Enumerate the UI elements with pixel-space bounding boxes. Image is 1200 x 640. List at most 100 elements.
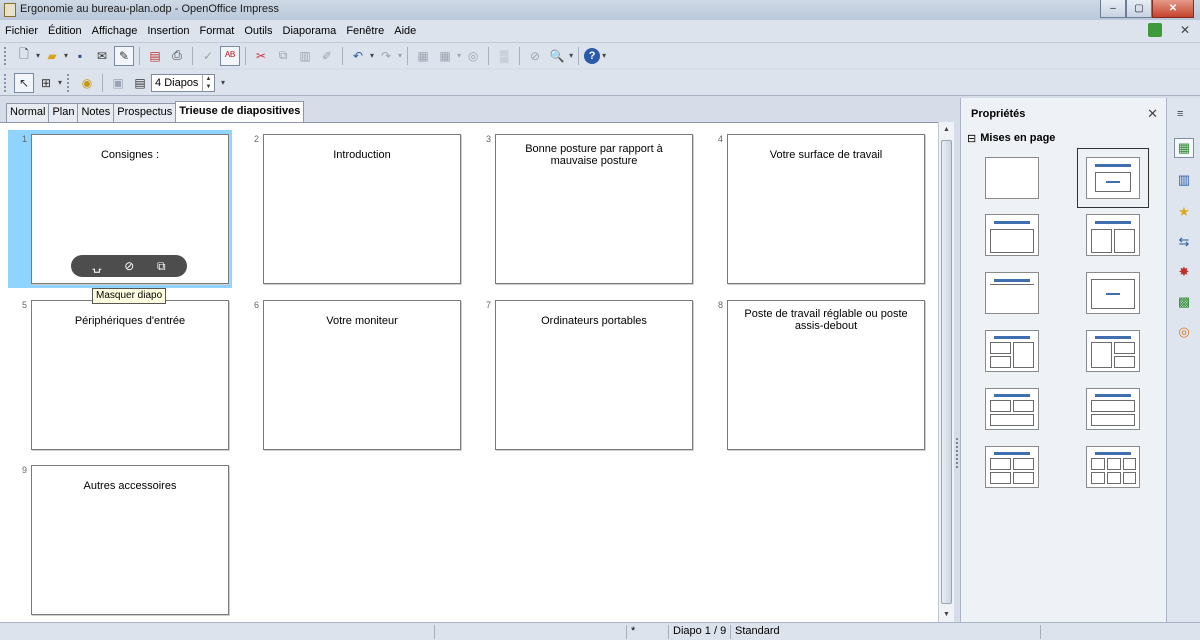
scroll-up-icon[interactable]: ▲ [943,126,950,133]
maximize-button[interactable]: ▢ [1126,0,1152,18]
update-icon[interactable] [1148,23,1162,37]
menu-format[interactable]: Format [195,25,240,37]
duplicate-slide-icon[interactable]: ⧉ [157,259,166,274]
menu-fenetre[interactable]: Fenêtre [341,25,389,37]
collapse-icon[interactable]: ⊟ [967,132,976,145]
scroll-down-icon[interactable]: ▼ [943,611,950,618]
slide-design-icon[interactable]: ▤ [130,73,150,93]
close-document-icon[interactable]: ✕ [1180,23,1190,37]
slide-transition-icon[interactable]: ◉ [77,73,97,93]
undo-dropdown-icon[interactable]: ▾ [370,51,374,60]
scrollbar-thumb[interactable] [941,140,952,604]
toolbar-options-icon[interactable]: ▾ [602,51,606,60]
slide-thumbnail[interactable]: Autres accessoires [31,465,229,615]
menu-diaporama[interactable]: Diaporama [278,25,342,37]
slide-thumbnail[interactable]: Bonne posture par rapport à mauvaise pos… [495,134,693,284]
toolbar-grip[interactable] [4,46,7,65]
document-modified-indicator[interactable]: * [626,625,668,639]
gallery-icon[interactable]: ▩ [1174,292,1194,312]
table-icon[interactable]: ▦ [435,46,455,66]
sidebar-menu-icon[interactable]: ≡ [1177,108,1183,120]
menu-outils[interactable]: Outils [239,25,277,37]
redo-dropdown-icon[interactable]: ▾ [398,51,402,60]
open-folder-icon[interactable]: ▰ [42,46,62,66]
layout-blank[interactable] [985,157,1039,199]
new-dropdown-icon[interactable]: ▾ [36,51,40,60]
export-pdf-icon[interactable]: ▤ [145,46,165,66]
hide-slide-icon[interactable]: ⊘ [124,259,134,273]
layout-title-content-2content[interactable] [1086,330,1140,372]
minimize-button[interactable]: – [1100,0,1126,18]
redo-icon[interactable]: ↷ [376,46,396,66]
navigator-icon[interactable]: ◎ [463,46,483,66]
slide-show-dropdown-icon[interactable]: ▾ [58,78,62,87]
navigator-deck-icon[interactable]: ◎ [1174,322,1194,342]
new-document-icon[interactable]: 🗋 [14,46,34,66]
tab-prospectus[interactable]: Prospectus [113,103,177,122]
slide-thumbnail[interactable]: Votre moniteur [263,300,461,450]
layout-title-6content[interactable] [1086,446,1140,488]
chart-icon[interactable]: ▦ [413,46,433,66]
slide-thumbnail[interactable]: Votre surface de travail [727,134,925,284]
slide-show-icon[interactable]: ⊞ [36,73,56,93]
slide-thumbnail[interactable]: Ordinateurs portables [495,300,693,450]
properties-deck-icon[interactable]: ▦ [1174,138,1194,158]
menu-edition[interactable]: Édition [43,25,87,37]
spin-arrows-icon[interactable]: ▲ ▼ [202,74,214,91]
layout-title-2content-over[interactable] [985,388,1039,430]
start-slideshow-icon[interactable]: ⍽ [92,259,101,273]
save-icon[interactable]: ▪ [70,46,90,66]
spellcheck-icon[interactable]: ✓ [198,46,218,66]
slide-thumbnail[interactable]: Poste de travail réglable ou poste assis… [727,300,925,450]
layout-title-4content[interactable] [985,446,1039,488]
menu-fichier[interactable]: Fichier [0,25,43,37]
menu-affichage[interactable]: Affichage [87,25,143,37]
edit-mode-icon[interactable]: ✎ [114,45,135,66]
layout-title-content-over-content[interactable] [1086,388,1140,430]
close-button[interactable]: ✕ [1152,0,1194,18]
table-dropdown-icon[interactable]: ▾ [457,51,461,60]
slide-thumbnail[interactable]: Introduction [263,134,461,284]
zoom-icon[interactable]: 🔍 [547,46,567,66]
clone-format-icon[interactable]: ✐ [317,46,337,66]
email-icon[interactable]: ✉ [92,46,112,66]
slide-layout-name[interactable]: Standard [730,625,1040,639]
tab-normal[interactable]: Normal [6,103,50,122]
draw-functions-icon[interactable]: ⊘ [525,46,545,66]
copy-icon[interactable]: ⧉ [273,46,293,66]
toolbar-grip[interactable] [67,73,70,92]
layout-title-content[interactable] [985,214,1039,256]
layout-centered-text[interactable] [1086,272,1140,314]
open-dropdown-icon[interactable]: ▾ [64,51,68,60]
layout-title-two-content[interactable] [1086,214,1140,256]
slides-per-row-icon[interactable]: ▣ [108,73,128,93]
tab-slide-sorter[interactable]: Trieuse de diapositives [175,101,305,122]
layout-title-2content-content[interactable] [985,330,1039,372]
close-panel-icon[interactable]: ✕ [1147,106,1158,122]
autospellcheck-icon[interactable]: ᴬᴮ [220,45,241,66]
paste-icon[interactable]: ▥ [295,46,315,66]
layout-title-slide[interactable] [1077,148,1149,208]
print-icon[interactable]: ⎙ [167,46,187,66]
layouts-section-header[interactable]: ⊟ Mises en page [961,130,1166,146]
cut-icon[interactable]: ✂ [251,46,271,66]
custom-animation-icon[interactable]: ★ [1174,202,1194,222]
select-pointer-icon[interactable]: ↖ [14,72,34,93]
layout-title-only[interactable] [985,272,1039,314]
menu-aide[interactable]: Aide [389,25,421,37]
toolbar-options-icon[interactable]: ▾ [221,78,225,87]
slides-per-row-spinbox[interactable]: 4 Diapos ▲ ▼ [151,73,216,92]
zoom-dropdown-icon[interactable]: ▾ [569,51,573,60]
slide-transition-deck-icon[interactable]: ⇆ [1174,232,1194,252]
toolbar-grip[interactable] [4,73,7,92]
tab-plan[interactable]: Plan [48,103,79,122]
menu-insertion[interactable]: Insertion [142,25,194,37]
slide-thumbnail[interactable]: Périphériques d'entrée [31,300,229,450]
styles-icon[interactable]: ✸ [1174,262,1194,282]
tab-notes[interactable]: Notes [77,103,115,122]
undo-icon[interactable]: ↶ [348,46,368,66]
help-icon[interactable]: ? [584,47,601,64]
grid-icon[interactable]: ▒ [494,46,514,66]
vertical-scrollbar[interactable]: ▲ ▼ [938,122,954,622]
master-pages-icon[interactable]: ▥ [1174,170,1194,190]
